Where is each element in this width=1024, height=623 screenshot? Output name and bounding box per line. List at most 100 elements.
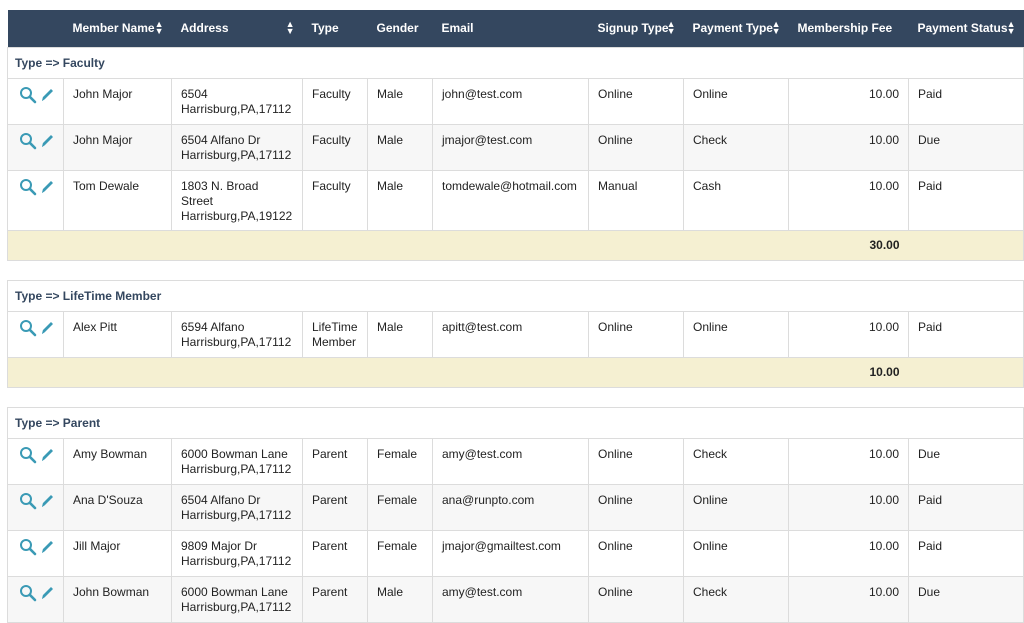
email-cell: ana@runpto.com xyxy=(432,483,589,531)
type-cell: Faculty xyxy=(302,77,368,125)
pencil-icon[interactable] xyxy=(39,178,55,200)
sort-icon[interactable]: ▲ ▼ xyxy=(286,20,295,36)
member-name-cell: Amy Bowman xyxy=(63,437,172,485)
payment-status-text: Due xyxy=(918,584,941,599)
gender-text: Female xyxy=(377,538,418,553)
group-label: Type => LifeTime Member xyxy=(7,279,1024,312)
members-table: Member Name ▲ ▼ Address ▲ ▼ Type Gender Email Sig… xyxy=(7,10,1024,623)
address-line: 6594 Alfano xyxy=(181,319,245,334)
table-row: Jill Major 9809 Major Dr Harrisburg,PA,171… xyxy=(7,529,1024,577)
group-spacer xyxy=(7,387,1024,407)
type-cell: Parent xyxy=(302,483,368,531)
search-icon[interactable] xyxy=(19,86,37,108)
table-row: John Major 6504 Harrisburg,PA,17112 Faculty… xyxy=(7,77,1024,125)
column-header-payment-type[interactable]: Payment Type ▲ ▼ xyxy=(683,10,789,47)
total-cell xyxy=(302,229,368,261)
fee-cell: 10.00 xyxy=(788,310,909,358)
fee-text: 10.00 xyxy=(868,319,899,334)
payment-type-cell: Check xyxy=(683,437,789,485)
column-header-address[interactable]: Address ▲ ▼ xyxy=(171,10,303,47)
pencil-icon[interactable] xyxy=(39,446,55,468)
pencil-icon[interactable] xyxy=(39,584,55,606)
gender-cell: Male xyxy=(367,310,433,358)
sort-icon[interactable]: ▲ ▼ xyxy=(772,20,781,36)
total-cell xyxy=(171,356,303,388)
table-header-row: Member Name ▲ ▼ Address ▲ ▼ Type Gender Email Sig… xyxy=(7,10,1024,47)
total-cell xyxy=(683,356,789,388)
payment-type-cell: Online xyxy=(683,483,789,531)
signup-type-text: Online xyxy=(598,492,633,507)
email-cell: jmajor@gmailtest.com xyxy=(432,529,589,577)
fee-cell: 10.00 xyxy=(788,529,909,577)
search-icon[interactable] xyxy=(19,132,37,154)
member-name-text: Amy Bowman xyxy=(73,446,148,461)
address-cell: 6504 Harrisburg,PA,17112 xyxy=(171,77,303,125)
column-header-label: Type xyxy=(311,21,339,36)
payment-status-cell: Paid xyxy=(908,310,1024,358)
signup-type-text: Online xyxy=(598,86,633,101)
type-cell: Parent xyxy=(302,529,368,577)
member-name-text: Ana D'Souza xyxy=(73,492,143,507)
address-line: 1803 N. Broad xyxy=(181,178,259,193)
group-spacer-cell xyxy=(7,260,1024,280)
row-actions xyxy=(7,529,64,577)
column-header-label: Signup Type xyxy=(597,21,669,36)
column-header-type: Type xyxy=(302,10,368,47)
address-cell: 6000 Bowman Lane Harrisburg,PA,17112 xyxy=(171,575,303,623)
gender-cell: Female xyxy=(367,529,433,577)
address-line: 9809 Major Dr xyxy=(181,538,258,553)
email-text: tomdewale@hotmail.com xyxy=(442,178,577,193)
row-actions xyxy=(7,437,64,485)
type-cell: Parent xyxy=(302,437,368,485)
gender-text: Male xyxy=(377,319,404,334)
address-cell: 1803 N. Broad Street Harrisburg,PA,19122 xyxy=(171,169,303,231)
pencil-icon[interactable] xyxy=(39,492,55,514)
search-icon[interactable] xyxy=(19,178,37,200)
type-cell: Faculty xyxy=(302,169,368,231)
payment-status-text: Paid xyxy=(918,492,943,507)
search-icon[interactable] xyxy=(19,446,37,468)
fee-cell: 10.00 xyxy=(788,483,909,531)
type-text: Faculty xyxy=(312,132,351,147)
payment-status-cell: Paid xyxy=(908,529,1024,577)
group-header-row: Type => Faculty xyxy=(7,46,1024,79)
signup-type-cell: Online xyxy=(588,123,684,171)
total-cell xyxy=(588,229,684,261)
address-line: 6000 Bowman Lane xyxy=(181,446,288,461)
column-header-label: Membership Fee xyxy=(797,21,893,36)
address-cell: 6594 Alfano Harrisburg,PA,17112 xyxy=(171,310,303,358)
search-icon[interactable] xyxy=(19,492,37,514)
search-icon[interactable] xyxy=(19,538,37,560)
sort-icon[interactable]: ▲ ▼ xyxy=(1007,20,1016,36)
sort-icon[interactable]: ▲ ▼ xyxy=(667,20,676,36)
gender-text: Male xyxy=(377,178,404,193)
address-line: Harrisburg,PA,17112 xyxy=(181,553,292,568)
row-actions xyxy=(7,123,64,171)
search-icon[interactable] xyxy=(19,319,37,341)
email-cell: tomdewale@hotmail.com xyxy=(432,169,589,231)
email-text: apitt@test.com xyxy=(442,319,523,334)
email-cell: amy@test.com xyxy=(432,437,589,485)
column-header-payment-status[interactable]: Payment Status ▲ ▼ xyxy=(908,10,1024,47)
pencil-icon[interactable] xyxy=(39,86,55,108)
signup-type-cell: Online xyxy=(588,77,684,125)
total-cell xyxy=(7,229,64,261)
fee-text: 10.00 xyxy=(868,492,899,507)
column-header-member-name[interactable]: Member Name ▲ ▼ xyxy=(63,10,172,47)
pencil-icon[interactable] xyxy=(39,132,55,154)
pencil-icon[interactable] xyxy=(39,319,55,341)
column-header-signup-type[interactable]: Signup Type ▲ ▼ xyxy=(588,10,684,47)
pencil-icon[interactable] xyxy=(39,538,55,560)
email-cell: apitt@test.com xyxy=(432,310,589,358)
member-name-cell: Alex Pitt xyxy=(63,310,172,358)
search-icon[interactable] xyxy=(19,584,37,606)
group-total-fee: 30.00 xyxy=(788,229,909,261)
total-cell xyxy=(63,229,172,261)
group-header-row: Type => Parent xyxy=(7,406,1024,439)
address-line: Harrisburg,PA,17112 xyxy=(181,101,292,116)
gender-cell: Male xyxy=(367,77,433,125)
fee-cell: 10.00 xyxy=(788,169,909,231)
sort-icon[interactable]: ▲ ▼ xyxy=(155,20,164,36)
gender-cell: Male xyxy=(367,575,433,623)
payment-type-text: Online xyxy=(693,319,728,334)
